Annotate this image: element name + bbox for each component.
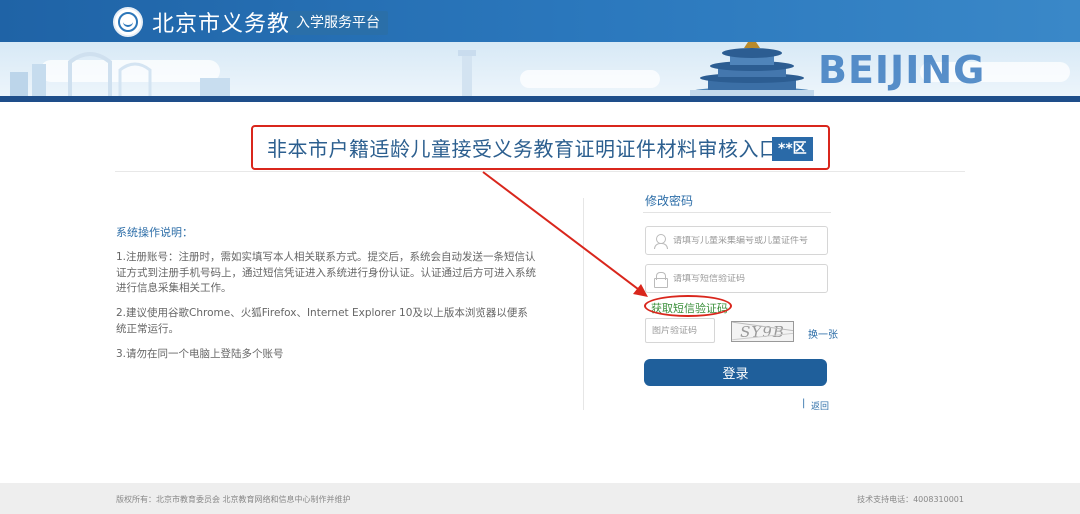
captcha-text: SY9B: [740, 322, 785, 341]
sms-code-input[interactable]: [673, 273, 823, 284]
footer-support-phone: 技术支持电话：4008310001: [857, 495, 964, 504]
title-divider: [115, 171, 965, 172]
child-id-input[interactable]: [673, 235, 823, 246]
sms-code-field[interactable]: [645, 264, 828, 293]
entry-title: 非本市户籍适龄儿童接受义务教育证明证件材料审核入口: [267, 137, 780, 161]
beijing-skyline-text: BEIJING: [818, 48, 986, 92]
education-logo-icon: [113, 7, 143, 37]
instructions-heading: 系统操作说明：: [116, 226, 193, 239]
instruction-item: 3.请勿在同一个电脑上登陆多个账号: [116, 348, 284, 360]
back-link[interactable]: 返回: [811, 399, 829, 412]
refresh-captcha-link[interactable]: 换一张: [808, 326, 838, 341]
user-icon: [653, 233, 668, 249]
captcha-image[interactable]: SY9B: [731, 321, 794, 342]
instruction-item: 1.注册账号：注册时，需如实填写本人相关联系方式。提交后，系统会自动发送一条短信…: [116, 251, 536, 294]
back-separator: |: [802, 398, 806, 409]
vertical-divider: [583, 198, 584, 410]
captcha-field[interactable]: [645, 318, 715, 343]
login-button[interactable]: 登录: [644, 359, 827, 386]
header-bottom-stripe: [0, 96, 1080, 102]
header-banner: BEIJING 北京市义务教育 入学服务平台: [0, 0, 1080, 102]
footer-copyright: 版权所有：北京市教育委员会 北京教育网络和信息中心制作并维护: [116, 495, 351, 504]
captcha-input[interactable]: [652, 325, 712, 336]
instruction-item: 2.建议使用谷歌Chrome、火狐Firefox、Internet Explor…: [116, 307, 528, 335]
form-title-divider: [643, 212, 831, 213]
form-title: 修改密码: [645, 194, 694, 208]
lock-icon: [653, 271, 668, 288]
site-subtitle-badge: 入学服务平台: [288, 11, 388, 35]
sms-link-highlight-oval: [644, 295, 732, 317]
child-id-field[interactable]: [645, 226, 828, 255]
district-badge: **区: [772, 137, 813, 161]
